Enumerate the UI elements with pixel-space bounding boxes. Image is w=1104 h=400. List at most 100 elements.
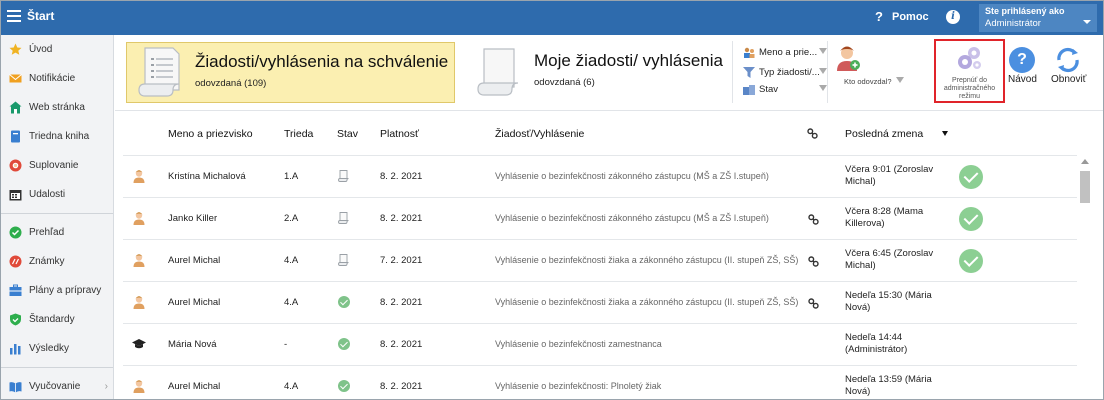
- table-row[interactable]: Aurel Michal 4.A 8. 2. 2021 Vyhlásenie o…: [123, 281, 1077, 323]
- person-add-icon[interactable]: [835, 45, 861, 71]
- chevron-down-icon[interactable]: [1083, 20, 1091, 24]
- status-ok-icon: [338, 380, 350, 392]
- cell-class: 2.A: [284, 213, 299, 224]
- cell-class: 1.A: [284, 171, 299, 182]
- tile-title: Moje žiadosti/ vyhlásenia: [534, 51, 723, 70]
- cell-request[interactable]: Vyhlásenie o bezinfekčnosti žiaka a záko…: [495, 255, 798, 265]
- cell-validity: 8. 2. 2021: [380, 297, 423, 308]
- table-header: Meno a priezvisko Trieda Stav Platnosť Ž…: [115, 111, 1103, 155]
- cell-request[interactable]: Vyhlásenie o bezinfekčnosti zamestnanca: [495, 339, 662, 349]
- sidebar-item-label: Plány a prípravy: [29, 285, 102, 296]
- cell-name: Aurel Michal: [168, 297, 221, 308]
- filter-name[interactable]: Meno a prie...: [743, 45, 827, 59]
- table-row[interactable]: Mária Nová - 8. 2. 2021 Vyhlásenie o bez…: [123, 323, 1077, 365]
- funnel-icon: [743, 66, 755, 78]
- table-row[interactable]: Janko Killer 2.A 8. 2. 2021 Vyhlásenie o…: [123, 197, 1077, 239]
- cell-request[interactable]: Vyhlásenie o bezinfekčnosti: Plnoletý ži…: [495, 381, 661, 391]
- sidebar-divider: [1, 213, 113, 214]
- document-icon: [138, 47, 180, 97]
- sidebar-item-uvod[interactable]: Úvod: [1, 35, 113, 64]
- column-header-status[interactable]: Stav: [337, 128, 358, 140]
- sidebar-item-suplovanie[interactable]: Suplovanie: [1, 151, 113, 180]
- cell-validity: 8. 2. 2021: [380, 213, 423, 224]
- sidebar-item-vyucovanie[interactable]: Vyučovanie ›: [1, 372, 113, 399]
- help-guide-icon[interactable]: ?: [1009, 47, 1035, 73]
- who-submitted-label[interactable]: Kto odovzdal?: [844, 77, 892, 86]
- status-ok-icon: [338, 296, 350, 308]
- filter-type[interactable]: Typ žiadosti/...: [743, 65, 827, 79]
- scrollbar[interactable]: [1078, 155, 1092, 399]
- sidebar: Úvod Notifikácie Web stránka Triedna kniha S…: [1, 35, 114, 399]
- refresh-button-label[interactable]: Obnoviť: [1051, 74, 1086, 85]
- chevron-right-icon[interactable]: ›: [105, 381, 108, 392]
- help-link[interactable]: Pomoc: [892, 11, 929, 23]
- table-row[interactable]: Aurel Michal 4.A 8. 2. 2021 Vyhlásenie o…: [123, 365, 1077, 399]
- guide-button-label[interactable]: Návod: [1008, 74, 1037, 85]
- switch-admin-mode-button[interactable]: Prepnúť do administračného režimu: [934, 39, 1005, 103]
- sort-desc-icon[interactable]: [942, 131, 948, 136]
- sidebar-item-vysledky[interactable]: Výsledky: [1, 334, 113, 363]
- link-icon[interactable]: [808, 214, 819, 225]
- cell-request[interactable]: Vyhlásenie o bezinfekčnosti zákonného zá…: [495, 213, 769, 223]
- cell-validity: 8. 2. 2021: [380, 171, 423, 182]
- sidebar-divider: [1, 367, 113, 368]
- info-icon[interactable]: i: [946, 10, 960, 24]
- scroll-up-icon[interactable]: [1081, 159, 1089, 164]
- column-header-validity[interactable]: Platnosť: [380, 128, 419, 140]
- person-icon: [133, 296, 145, 309]
- filter-status[interactable]: Stav: [743, 82, 827, 96]
- approve-check-icon[interactable]: [959, 249, 983, 273]
- gears-icon: [958, 47, 981, 69]
- sidebar-item-udalosti[interactable]: Udalosti: [1, 180, 113, 209]
- page-title: Štart: [27, 9, 55, 23]
- approve-check-icon[interactable]: [959, 165, 983, 189]
- top-bar: Štart ? Pomoc i Ste prihlásený ako Admin…: [1, 1, 1103, 35]
- cell-last-change: Včera 9:01 (Zoroslav Michal): [845, 164, 934, 187]
- home-icon: [9, 101, 22, 114]
- sidebar-item-plany-a-pripravy[interactable]: Plány a prípravy: [1, 276, 113, 305]
- main-content: Žiadosti/vyhlásenia na schválenie odovzd…: [115, 35, 1103, 399]
- link-icon[interactable]: [808, 298, 819, 309]
- person-icon: [133, 212, 145, 225]
- user-menu[interactable]: Ste prihlásený ako Administrátor: [979, 4, 1097, 32]
- sidebar-item-label: Prehľad: [29, 227, 65, 238]
- sidebar-item-standardy[interactable]: Štandardy: [1, 305, 113, 334]
- sidebar-item-notifikacie[interactable]: Notifikácie: [1, 64, 113, 93]
- refresh-icon[interactable]: [1055, 47, 1081, 73]
- envelope-icon: [9, 74, 22, 83]
- column-header-class[interactable]: Trieda: [284, 128, 313, 140]
- chevron-down-icon: [819, 85, 827, 91]
- status-ok-icon: [338, 338, 350, 350]
- sidebar-item-prehlad[interactable]: Prehľad: [1, 218, 113, 247]
- scrollbar-thumb[interactable]: [1080, 171, 1090, 203]
- cell-class: -: [284, 339, 288, 350]
- check-circle-icon: [9, 226, 22, 239]
- column-header-name[interactable]: Meno a priezvisko: [168, 128, 253, 140]
- link-icon[interactable]: [808, 256, 819, 267]
- sidebar-item-znamky[interactable]: Známky: [1, 247, 113, 276]
- cell-name: Janko Killer: [168, 213, 218, 224]
- document-status-icon: [338, 212, 349, 224]
- link-icon: [807, 128, 818, 139]
- help-icon[interactable]: ?: [875, 9, 883, 24]
- tile-my-requests[interactable]: Moje žiadosti/ vyhlásenia odovzdaná (6): [466, 42, 723, 103]
- document-status-icon: [338, 254, 349, 266]
- approve-check-icon[interactable]: [959, 207, 983, 231]
- cell-request[interactable]: Vyhlásenie o bezinfekčnosti zákonného zá…: [495, 171, 769, 181]
- column-header-last-change[interactable]: Posledná zmena: [845, 128, 923, 140]
- sidebar-item-label: Triedna kniha: [29, 131, 90, 142]
- sidebar-item-label: Výsledky: [29, 343, 70, 354]
- person-icon: [133, 254, 145, 267]
- table-row[interactable]: Kristína Michalová 1.A 8. 2. 2021 Vyhlás…: [123, 155, 1077, 197]
- cell-last-change: Včera 8:28 (Mama Killerova): [845, 206, 924, 229]
- star-icon: [9, 43, 22, 55]
- table-row[interactable]: Aurel Michal 4.A 7. 2. 2021 Vyhlásenie o…: [123, 239, 1077, 281]
- column-header-request[interactable]: Žiadosť/Vyhlásenie: [495, 128, 584, 140]
- tile-requests-to-approve[interactable]: Žiadosti/vyhlásenia na schválenie odovzd…: [126, 42, 455, 103]
- chevron-down-icon[interactable]: [896, 77, 904, 83]
- hamburger-menu-icon[interactable]: [7, 10, 21, 22]
- sidebar-item-web-stranka[interactable]: Web stránka: [1, 93, 113, 122]
- sidebar-item-triedna-kniha[interactable]: Triedna kniha: [1, 122, 113, 151]
- chevron-down-icon: [819, 68, 827, 74]
- cell-request[interactable]: Vyhlásenie o bezinfekčnosti žiaka a záko…: [495, 297, 798, 307]
